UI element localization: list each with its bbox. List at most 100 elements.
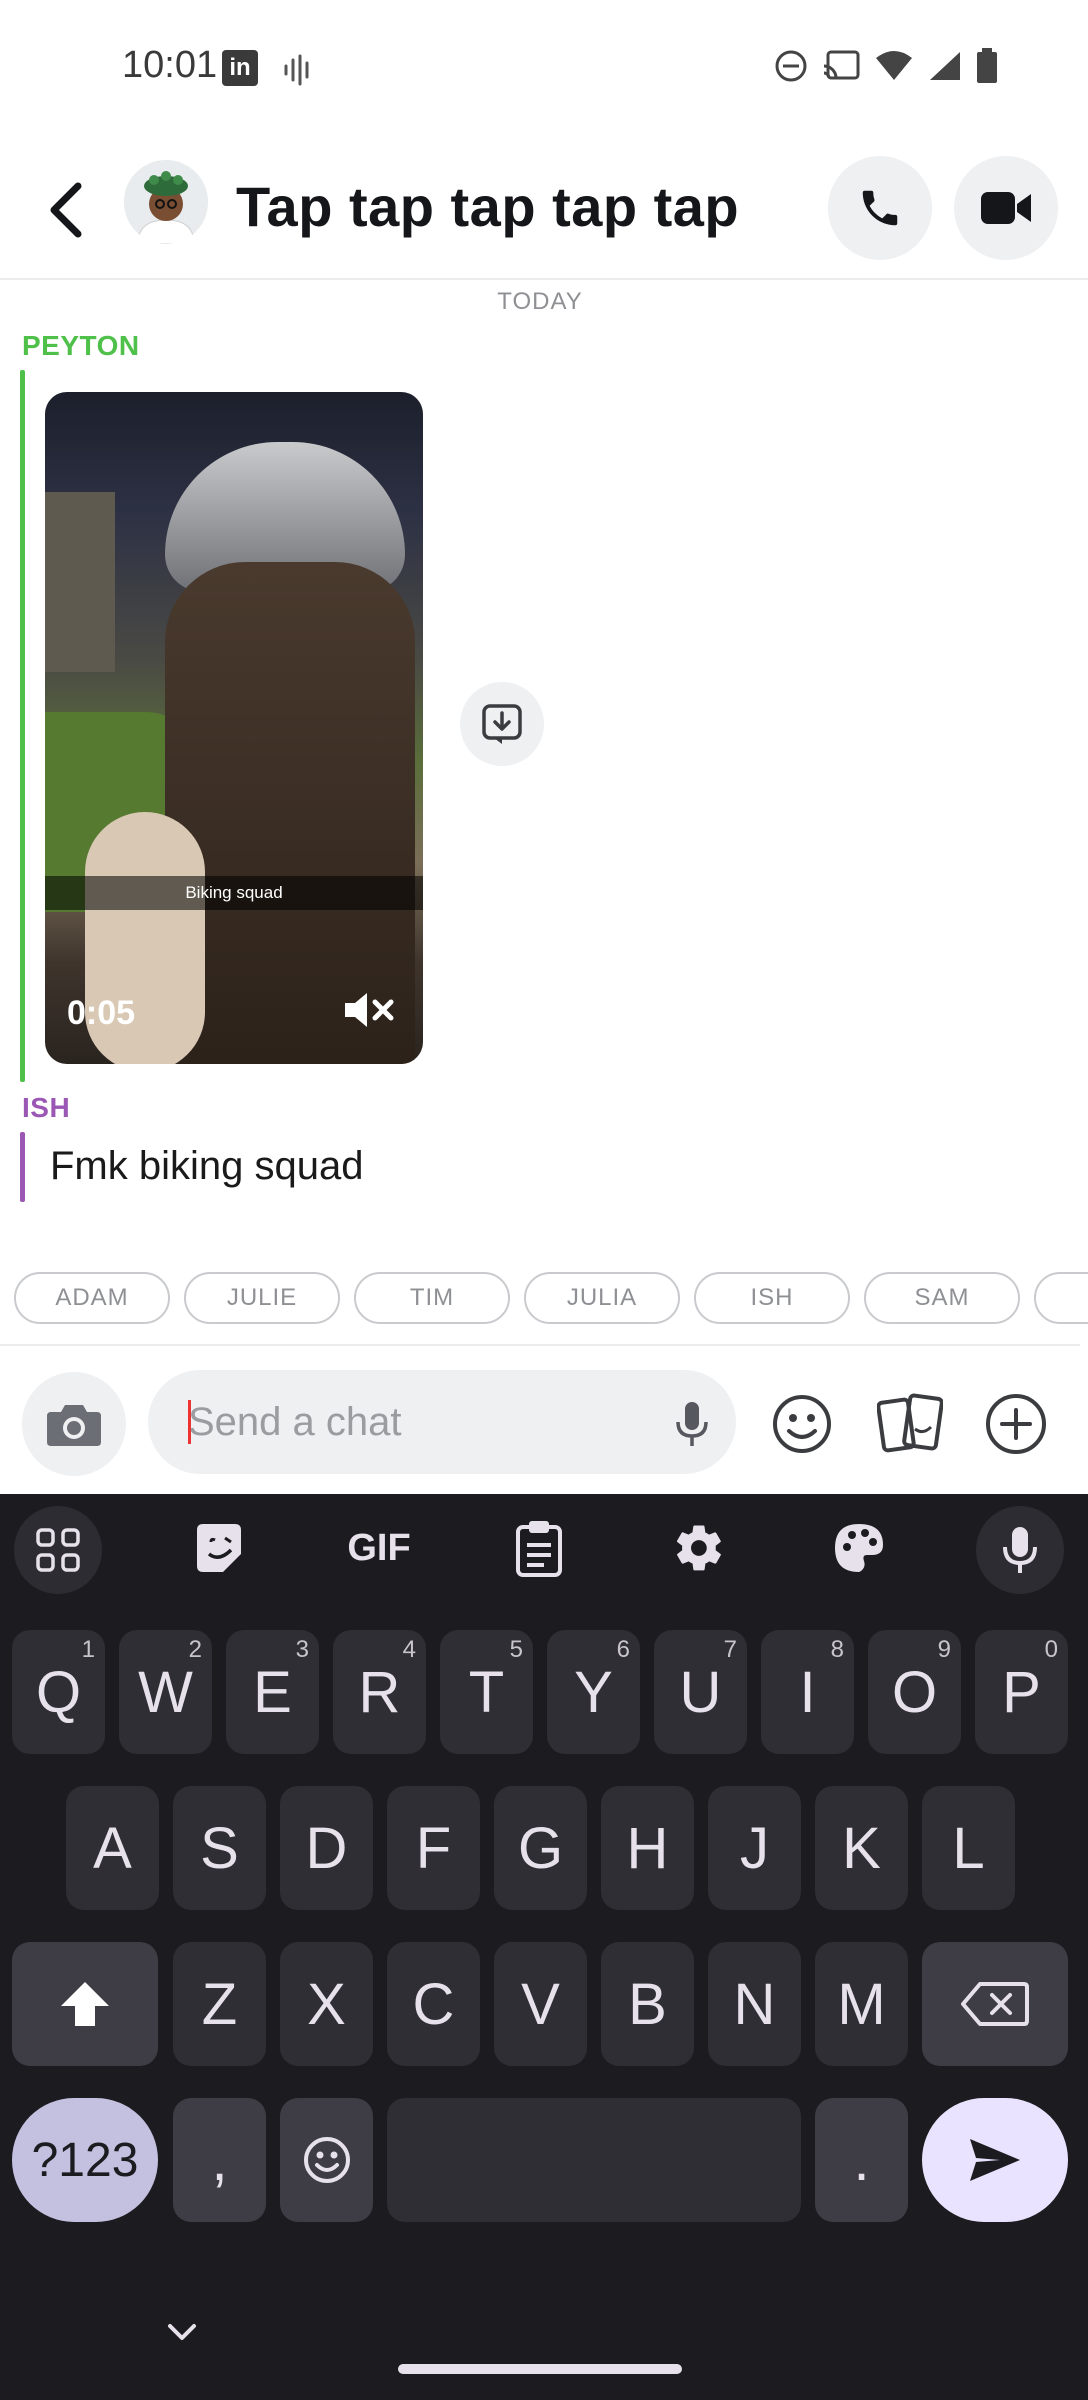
mute-toggle[interactable]: [341, 990, 397, 1035]
chat-header: Tap tap tap tap tap: [0, 140, 1088, 280]
send-key[interactable]: [922, 2098, 1068, 2222]
chat-input-container[interactable]: [148, 1370, 736, 1474]
voice-mic-icon[interactable]: [976, 1506, 1064, 1594]
key-s[interactable]: S: [173, 1786, 266, 1910]
emoji-key[interactable]: [280, 2098, 373, 2222]
key-e[interactable]: E3: [226, 1630, 319, 1754]
emoji-button[interactable]: [768, 1390, 836, 1458]
symbols-key[interactable]: ?123: [12, 2098, 158, 2222]
key-d[interactable]: D: [280, 1786, 373, 1910]
mention-chip[interactable]: ISH: [694, 1272, 850, 1324]
key-u[interactable]: U7: [654, 1630, 747, 1754]
key-m[interactable]: M: [815, 1942, 908, 2066]
status-bar: 10:01 in: [0, 0, 1088, 140]
muted-speaker-icon: [345, 993, 394, 1027]
video-camera-icon: [981, 192, 1031, 224]
microphone-button[interactable]: [674, 1400, 710, 1453]
home-indicator[interactable]: [398, 2364, 682, 2374]
key-z[interactable]: Z: [173, 1942, 266, 2066]
dnd-icon: [774, 49, 808, 88]
palette-icon[interactable]: [814, 1516, 904, 1580]
cards-icon: [877, 1393, 943, 1453]
cast-icon: [822, 50, 860, 87]
apps-grid-icon[interactable]: [14, 1506, 102, 1594]
voice-call-button[interactable]: [828, 156, 932, 260]
key-l[interactable]: L: [922, 1786, 1015, 1910]
back-button[interactable]: [40, 178, 96, 242]
key-w[interactable]: W2: [119, 1630, 212, 1754]
mention-chip[interactable]: TIM: [354, 1272, 510, 1324]
clipboard-icon[interactable]: [494, 1516, 584, 1580]
comma-key[interactable]: ,: [173, 2098, 266, 2222]
key-n[interactable]: N: [708, 1942, 801, 2066]
gif-button[interactable]: GIF: [334, 1516, 424, 1580]
emoji-icon: [303, 2137, 350, 2183]
backspace-key[interactable]: [922, 1942, 1068, 2066]
settings-gear-icon[interactable]: [654, 1516, 744, 1580]
save-to-chat-button[interactable]: [460, 682, 544, 766]
mention-chip[interactable]: JULIE: [184, 1272, 340, 1324]
space-key[interactable]: [387, 2098, 801, 2222]
key-x[interactable]: X: [280, 1942, 373, 2066]
key-q[interactable]: Q1: [12, 1630, 105, 1754]
battery-icon: [976, 48, 998, 89]
key-p[interactable]: P0: [975, 1630, 1068, 1754]
video-duration: 0:05: [67, 994, 136, 1032]
date-separator: TODAY: [497, 288, 583, 315]
key-r[interactable]: R4: [333, 1630, 426, 1754]
key-o[interactable]: O9: [868, 1630, 961, 1754]
camera-button[interactable]: [22, 1372, 126, 1476]
plus-circle-icon: [986, 1394, 1046, 1454]
status-time: 10:01: [122, 44, 218, 86]
message-bar-peyton: [20, 370, 25, 1082]
avatar[interactable]: [124, 160, 208, 244]
linkedin-icon: in: [222, 50, 258, 86]
signal-icon: [928, 50, 962, 87]
key-j[interactable]: J: [708, 1786, 801, 1910]
key-f[interactable]: F: [387, 1786, 480, 1910]
mention-chip[interactable]: ADAM: [14, 1272, 170, 1324]
key-g[interactable]: G: [494, 1786, 587, 1910]
key-v[interactable]: V: [494, 1942, 587, 2066]
text-caret: [188, 1400, 191, 1444]
key-h[interactable]: H: [601, 1786, 694, 1910]
camera-icon: [47, 1405, 101, 1446]
message-text[interactable]: Fmk biking squad: [50, 1144, 363, 1189]
key-t[interactable]: T5: [440, 1630, 533, 1754]
key-i[interactable]: I8: [761, 1630, 854, 1754]
message-bar-ish: [20, 1132, 25, 1202]
microphone-icon: [676, 1402, 708, 1446]
key-y[interactable]: Y6: [547, 1630, 640, 1754]
key-c[interactable]: C: [387, 1942, 480, 2066]
key-a[interactable]: A: [66, 1786, 159, 1910]
hide-keyboard-button[interactable]: [164, 2320, 200, 2349]
save-download-icon: [482, 704, 522, 744]
backspace-icon: [961, 1982, 1029, 2026]
shift-key[interactable]: [12, 1942, 158, 2066]
wifi-icon: [874, 50, 914, 87]
chevron-left-icon: [50, 182, 82, 238]
divider: [0, 1344, 1080, 1346]
cards-button[interactable]: [876, 1390, 944, 1458]
mention-chips: ADAM JULIE TIM JULIA ISH SAM P: [14, 1272, 1088, 1326]
chevron-down-icon: [168, 2324, 196, 2340]
phone-icon: [862, 190, 898, 226]
send-arrow-icon: [970, 2139, 1020, 2181]
emoji-icon: [773, 1395, 831, 1453]
key-k[interactable]: K: [815, 1786, 908, 1910]
video-snap[interactable]: Biking squad 0:05: [45, 392, 423, 1064]
mention-chip[interactable]: SAM: [864, 1272, 1020, 1324]
video-call-button[interactable]: [954, 156, 1058, 260]
shift-arrow-icon: [61, 1982, 109, 2026]
video-caption: Biking squad: [45, 876, 423, 910]
mention-chip[interactable]: P: [1034, 1272, 1088, 1324]
sender-name-peyton: PEYTON: [22, 330, 140, 361]
soundwave-icon: [283, 54, 313, 91]
sticker-icon[interactable]: [174, 1516, 264, 1580]
mention-chip[interactable]: JULIA: [524, 1272, 680, 1324]
more-actions-button[interactable]: [982, 1390, 1050, 1458]
chat-input[interactable]: [188, 1370, 628, 1474]
period-key[interactable]: .: [815, 2098, 908, 2222]
chat-title[interactable]: Tap tap tap tap tap: [236, 174, 739, 239]
key-b[interactable]: B: [601, 1942, 694, 2066]
